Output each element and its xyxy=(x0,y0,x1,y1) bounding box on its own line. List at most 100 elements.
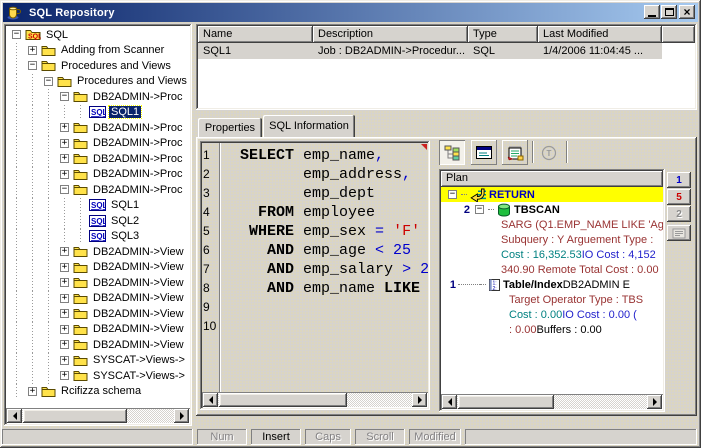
expand-icon[interactable]: + xyxy=(60,170,69,179)
tree-item-sql2[interactable]: SQLSQL2 xyxy=(7,213,189,229)
tree-item-procedures-and-views[interactable]: −Procedures and Views xyxy=(7,58,189,74)
plan-detail-row[interactable]: Cost : 16,352.53 IO Cost : 4,152 xyxy=(441,247,663,262)
scrollbar-thumb[interactable] xyxy=(219,393,347,407)
tree-item-db2admin-proc[interactable]: +DB2ADMIN->Proc xyxy=(7,120,189,136)
tree-item-procedures-and-views[interactable]: −Procedures and Views xyxy=(7,74,189,90)
code-line[interactable] xyxy=(222,317,428,336)
scrollbar-thumb[interactable] xyxy=(458,395,554,409)
minimize-button[interactable] xyxy=(644,5,660,19)
tree-item-db2admin-view[interactable]: +DB2ADMIN->View xyxy=(7,337,189,353)
code-line[interactable]: FROM employee xyxy=(222,203,428,222)
tree-item-db2admin-proc[interactable]: −DB2ADMIN->Proc xyxy=(7,182,189,198)
tree-item-syscat-views[interactable]: +SYSCAT->Views-> xyxy=(7,353,189,369)
tree-item-db2admin-proc[interactable]: +DB2ADMIN->Proc xyxy=(7,151,189,167)
column-header-name[interactable]: Name xyxy=(198,26,313,43)
collapse-icon[interactable]: − xyxy=(12,30,21,39)
plan-detail-row[interactable]: : 0.00 Buffers : 0.00 xyxy=(441,322,663,337)
scroll-left-arrow[interactable] xyxy=(203,393,218,407)
tree-item-db2admin-proc[interactable]: −DB2ADMIN->Proc xyxy=(7,89,189,105)
tree-item-db2admin-proc[interactable]: +DB2ADMIN->Proc xyxy=(7,136,189,152)
plan-level-button-5[interactable]: 5 xyxy=(667,189,691,205)
column-header-description[interactable]: Description xyxy=(313,26,468,43)
scroll-right-arrow[interactable] xyxy=(174,409,189,423)
expand-icon[interactable]: + xyxy=(28,46,37,55)
expand-icon[interactable]: + xyxy=(60,340,69,349)
plan-column-header[interactable]: Plan xyxy=(441,171,663,187)
plan-operator-tbscan[interactable]: 2−TBSCAN xyxy=(441,202,663,217)
expand-icon[interactable]: + xyxy=(60,247,69,256)
scroll-right-arrow[interactable] xyxy=(647,395,662,409)
tree-item-db2admin-view[interactable]: +DB2ADMIN->View xyxy=(7,291,189,307)
scroll-left-arrow[interactable] xyxy=(442,395,457,409)
plan-detail-row[interactable]: SARG (Q1.EMP_NAME LIKE 'Ag% xyxy=(441,217,663,232)
tree-item-sql3[interactable]: SQLSQL3 xyxy=(7,229,189,245)
expand-icon[interactable]: + xyxy=(60,154,69,163)
code-line[interactable]: WHERE emp_sex = 'F' xyxy=(222,222,428,241)
notebook-icon[interactable] xyxy=(502,140,528,165)
code-line[interactable]: AND emp_name LIKE 'Ag xyxy=(222,279,428,298)
scroll-left-arrow[interactable] xyxy=(7,409,22,423)
table-row[interactable]: SQL1Job : DB2ADMIN->Procedur...SQL1/4/20… xyxy=(198,43,695,59)
plan-detail-row[interactable]: Subquery : Y Arguement Type : xyxy=(441,232,663,247)
tree-guide xyxy=(41,182,57,198)
plan-operator-table-index[interactable]: 11:2:Table/Index DB2ADMIN E xyxy=(441,277,663,292)
tab-properties[interactable]: Properties xyxy=(198,118,262,137)
tree-item-adding-from-scanner[interactable]: +Adding from Scanner xyxy=(7,43,189,59)
expand-icon[interactable]: + xyxy=(60,278,69,287)
operator-details-icon[interactable] xyxy=(471,140,497,165)
tree-item-db2admin-view[interactable]: +DB2ADMIN->View xyxy=(7,275,189,291)
tree-horizontal-scrollbar[interactable] xyxy=(6,408,190,424)
tree-item-sql1[interactable]: SQLSQL1 xyxy=(7,198,189,214)
tree-item-sql1[interactable]: SQLSQL1 xyxy=(7,105,189,121)
expand-icon[interactable]: + xyxy=(60,356,69,365)
code-line[interactable]: emp_dept xyxy=(222,184,428,203)
editor-plan-splitter[interactable] xyxy=(431,141,438,410)
maximize-button[interactable] xyxy=(661,5,677,19)
sql-code-area[interactable]: SELECT emp_name, emp_address, emp_dept F… xyxy=(222,146,428,391)
plan-detail-row[interactable]: Target Operator Type : TBS xyxy=(441,292,663,307)
expand-icon[interactable]: + xyxy=(60,309,69,318)
plan-level-button-1[interactable]: 1 xyxy=(667,172,691,188)
collapse-icon[interactable]: − xyxy=(28,61,37,70)
code-line[interactable] xyxy=(222,298,428,317)
tree-item-db2admin-proc[interactable]: +DB2ADMIN->Proc xyxy=(7,167,189,183)
expand-icon[interactable]: + xyxy=(60,325,69,334)
editor-horizontal-scrollbar[interactable] xyxy=(202,392,428,408)
plan-graph-icon[interactable] xyxy=(439,140,465,165)
tree-item-db2admin-view[interactable]: +DB2ADMIN->View xyxy=(7,322,189,338)
tree-item-syscat-views[interactable]: +SYSCAT->Views-> xyxy=(7,368,189,384)
tree-item-db2admin-view[interactable]: +DB2ADMIN->View xyxy=(7,260,189,276)
collapse-icon[interactable]: − xyxy=(448,190,457,199)
tree-item-db2admin-view[interactable]: +DB2ADMIN->View xyxy=(7,244,189,260)
tree-item-sql[interactable]: −SQLSQL xyxy=(7,27,189,43)
expand-icon[interactable]: + xyxy=(28,387,37,396)
scrollbar-thumb[interactable] xyxy=(23,409,127,423)
plan-operator-return[interactable]: −RETURN xyxy=(441,187,663,202)
column-header-type[interactable]: Type xyxy=(468,26,538,43)
close-button[interactable]: × xyxy=(679,5,695,19)
expand-icon[interactable]: + xyxy=(60,371,69,380)
plan-horizontal-scrollbar[interactable] xyxy=(441,394,663,410)
collapse-icon[interactable]: − xyxy=(60,185,69,194)
expand-icon[interactable]: + xyxy=(60,263,69,272)
tree-item-rcifizza-schema[interactable]: +Rcifizza schema xyxy=(7,384,189,400)
collapse-icon[interactable]: − xyxy=(60,92,69,101)
collapse-icon[interactable]: − xyxy=(475,205,484,214)
expand-icon[interactable]: + xyxy=(60,294,69,303)
code-line[interactable]: emp_address, xyxy=(222,165,428,184)
tree-item-db2admin-view[interactable]: +DB2ADMIN->View xyxy=(7,306,189,322)
collapse-icon[interactable]: − xyxy=(44,77,53,86)
plan-detail-row[interactable]: Cost : 0.00 IO Cost : 0.00 ( xyxy=(441,307,663,322)
operator-object: DB2ADMIN E xyxy=(563,279,630,291)
code-line[interactable]: SELECT emp_name, xyxy=(222,146,428,165)
column-header-last-modified[interactable]: Last Modified xyxy=(538,26,662,43)
plan-detail-row[interactable]: 340.90 Remote Total Cost : 0.00 xyxy=(441,262,663,277)
scroll-right-arrow[interactable] xyxy=(412,393,427,407)
title-bar[interactable]: SQL Repository xyxy=(3,3,698,22)
code-line[interactable]: AND emp_age < 25 xyxy=(222,241,428,260)
expand-icon[interactable]: + xyxy=(60,139,69,148)
tab-sql-information[interactable]: SQL Information xyxy=(263,115,355,137)
sql-editor-panel[interactable]: 12345678910 SELECT emp_name, emp_address… xyxy=(200,141,430,410)
code-line[interactable]: AND emp_salary > 2500 xyxy=(222,260,428,279)
expand-icon[interactable]: + xyxy=(60,123,69,132)
